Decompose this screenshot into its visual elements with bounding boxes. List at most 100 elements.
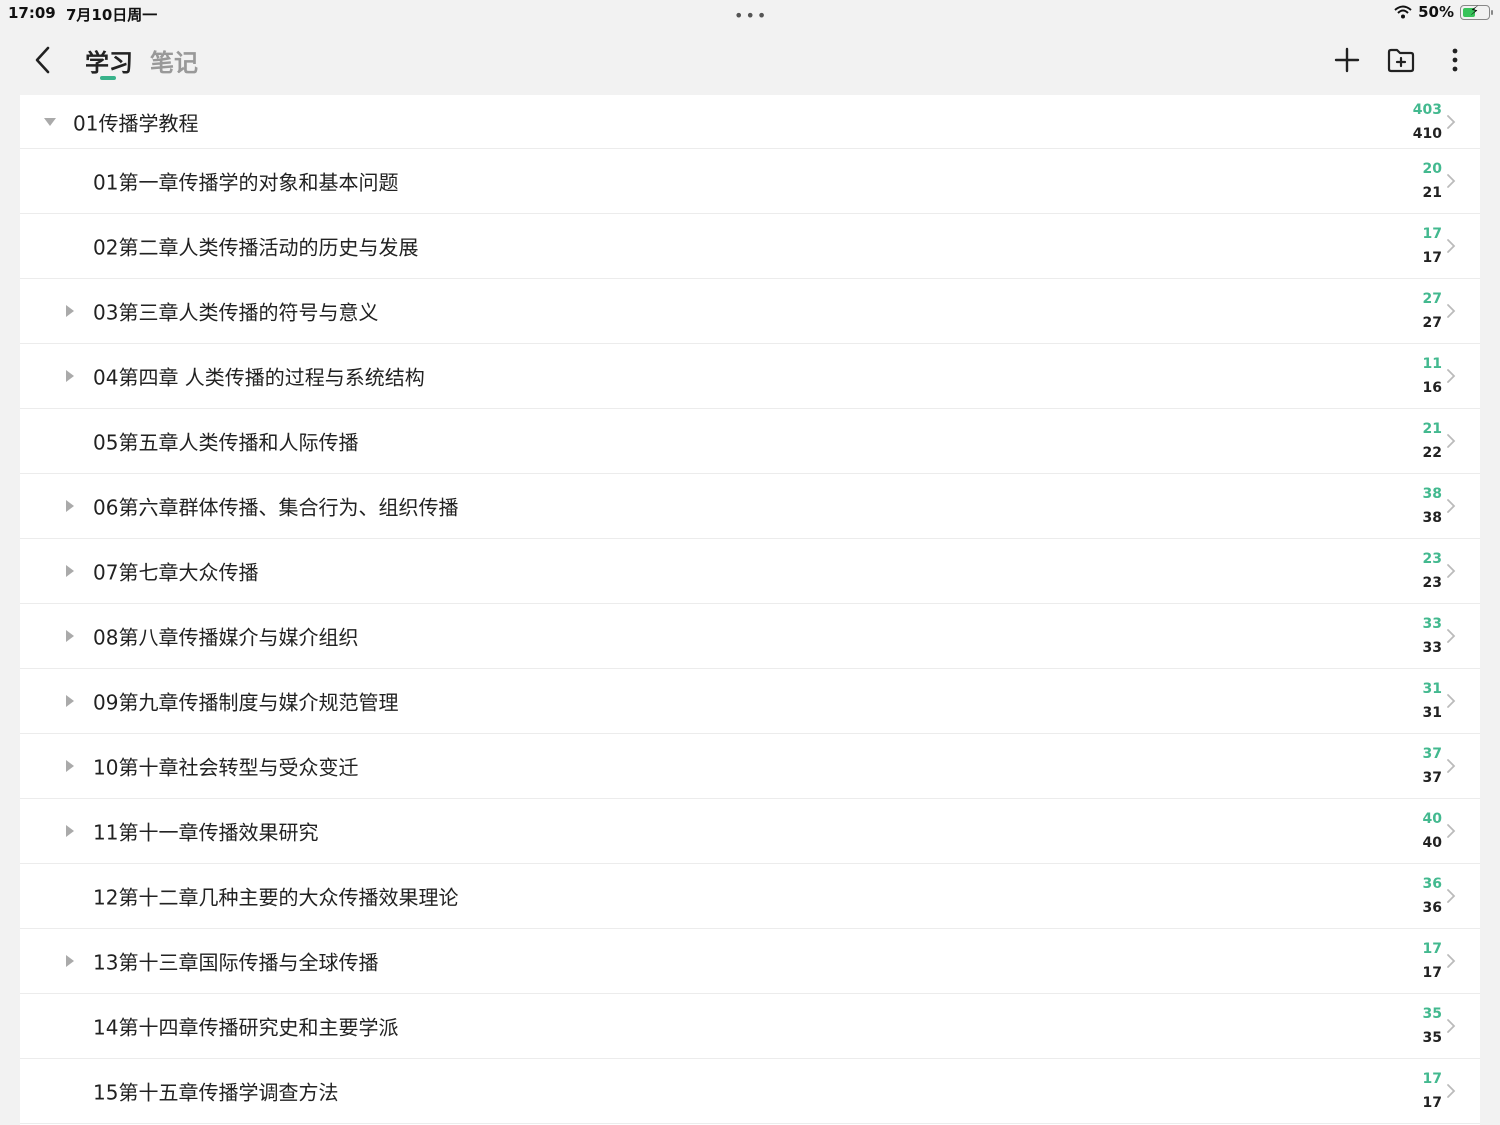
- nav-actions: [1332, 42, 1470, 78]
- done-count: 403: [1412, 101, 1442, 118]
- chevron-right-icon: [1447, 369, 1456, 383]
- total-count: 16: [1422, 380, 1442, 396]
- done-count: 23: [1422, 551, 1442, 567]
- done-count: 11: [1422, 356, 1442, 372]
- chevron-right-icon: [1447, 304, 1456, 318]
- tab-active-indicator: [100, 76, 116, 80]
- progress-counts: 37 37: [1423, 742, 1442, 790]
- chevron-right-icon: [1447, 889, 1456, 903]
- done-count: 21: [1422, 421, 1442, 437]
- list-item-title: 06第六章群体传播、集合行为、组织传播: [93, 495, 459, 520]
- expand-triangle-icon[interactable]: [66, 695, 74, 707]
- status-right: 50% ⚡: [1394, 3, 1493, 21]
- list-item[interactable]: 11第十一章传播效果研究 40 40: [20, 799, 1480, 864]
- collapse-triangle-icon[interactable]: [44, 117, 56, 126]
- progress-counts: 38 38: [1423, 482, 1442, 530]
- chevron-right-icon: [1447, 434, 1456, 448]
- chevron-right-icon: [1447, 114, 1456, 129]
- expand-triangle-icon[interactable]: [66, 305, 74, 317]
- list-item[interactable]: 13第十三章国际传播与全球传播 17 17: [20, 929, 1480, 994]
- done-count: 36: [1422, 876, 1442, 892]
- multitasking-dots-icon[interactable]: •••: [734, 6, 768, 25]
- progress-counts: 20 21: [1423, 157, 1442, 205]
- list-item[interactable]: 05第五章人类传播和人际传播 21 22: [20, 409, 1480, 474]
- battery-percent: 50%: [1418, 3, 1454, 21]
- list-item-title: 12第十二章几种主要的大众传播效果理论: [93, 885, 459, 910]
- progress-counts: 27 27: [1423, 287, 1442, 335]
- list-item[interactable]: 12第十二章几种主要的大众传播效果理论 36 36: [20, 864, 1480, 929]
- nav-bar: 学习 笔记: [0, 28, 1500, 94]
- chevron-right-icon: [1447, 174, 1456, 188]
- done-count: 27: [1422, 291, 1442, 307]
- list-item[interactable]: 01第一章传播学的对象和基本问题 20 21: [20, 149, 1480, 214]
- folder-add-icon: [1387, 48, 1415, 73]
- done-count: 31: [1422, 681, 1442, 697]
- done-count: 35: [1422, 1006, 1442, 1022]
- chevron-right-icon: [1447, 694, 1456, 708]
- progress-counts: 21 22: [1423, 417, 1442, 465]
- new-folder-button[interactable]: [1386, 42, 1416, 78]
- chevron-right-icon: [1447, 1084, 1456, 1098]
- progress-counts: 17 17: [1423, 222, 1442, 270]
- progress-counts: 17 17: [1423, 937, 1442, 985]
- total-count: 21: [1422, 185, 1442, 201]
- total-count: 40: [1422, 835, 1442, 851]
- wifi-icon: [1394, 5, 1412, 19]
- expand-triangle-icon[interactable]: [66, 825, 74, 837]
- progress-counts: 33 33: [1423, 612, 1442, 660]
- expand-triangle-icon[interactable]: [66, 760, 74, 772]
- chevron-right-icon: [1447, 499, 1456, 513]
- total-count: 36: [1422, 900, 1442, 916]
- expand-triangle-icon[interactable]: [66, 955, 74, 967]
- total-count: 35: [1422, 1030, 1442, 1046]
- done-count: 17: [1422, 941, 1442, 957]
- progress-counts: 31 31: [1423, 677, 1442, 725]
- list-item-title: 13第十三章国际传播与全球传播: [93, 950, 379, 975]
- progress-counts: 17 17: [1423, 1067, 1442, 1115]
- done-count: 38: [1422, 486, 1442, 502]
- total-count: 22: [1422, 445, 1442, 461]
- total-count: 27: [1422, 315, 1442, 331]
- chevron-right-icon: [1447, 824, 1456, 838]
- battery-icon: ⚡: [1460, 4, 1493, 20]
- list-item[interactable]: 15第十五章传播学调查方法 17 17: [20, 1059, 1480, 1124]
- expand-triangle-icon[interactable]: [66, 500, 74, 512]
- chevron-right-icon: [1447, 239, 1456, 253]
- list-item[interactable]: 14第十四章传播研究史和主要学派 35 35: [20, 994, 1480, 1059]
- more-button[interactable]: [1440, 42, 1470, 78]
- list-item-title: 15第十五章传播学调查方法: [93, 1080, 339, 1105]
- list-item[interactable]: 02第二章人类传播活动的历史与发展 17 17: [20, 214, 1480, 279]
- list-item[interactable]: 07第七章大众传播 23 23: [20, 539, 1480, 604]
- list-item[interactable]: 08第八章传播媒介与媒介组织 33 33: [20, 604, 1480, 669]
- back-button[interactable]: [28, 42, 60, 78]
- chapter-list: 01传播学教程 403 410 01第一章传播学的对象和基本问题 20 21 02第二…: [20, 95, 1480, 1125]
- list-item[interactable]: 10第十章社会转型与受众变迁 37 37: [20, 734, 1480, 799]
- list-item-title: 05第五章人类传播和人际传播: [93, 430, 359, 455]
- add-button[interactable]: [1332, 42, 1362, 78]
- total-count: 17: [1422, 250, 1442, 266]
- tab-notes[interactable]: 笔记: [150, 43, 198, 78]
- progress-counts: 23 23: [1423, 547, 1442, 595]
- expand-triangle-icon[interactable]: [66, 370, 74, 382]
- list-item[interactable]: 04第四章 人类传播的过程与系统结构 11 16: [20, 344, 1480, 409]
- list-item-title: 07第七章大众传播: [93, 560, 259, 585]
- expand-triangle-icon[interactable]: [66, 565, 74, 577]
- status-date: 7月10日周一: [66, 6, 158, 24]
- tab-study[interactable]: 学习: [85, 43, 133, 78]
- chevron-right-icon: [1447, 629, 1456, 643]
- list-item[interactable]: 06第六章群体传播、集合行为、组织传播 38 38: [20, 474, 1480, 539]
- list-item-title: 03第三章人类传播的符号与意义: [93, 300, 379, 325]
- total-count: 31: [1422, 705, 1442, 721]
- total-count: 17: [1422, 965, 1442, 981]
- chevron-right-icon: [1447, 564, 1456, 578]
- expand-triangle-icon[interactable]: [66, 630, 74, 642]
- list-item-root[interactable]: 01传播学教程 403 410: [20, 95, 1480, 149]
- status-time: 17:09: [8, 4, 56, 22]
- total-count: 410: [1412, 125, 1442, 142]
- list-item[interactable]: 03第三章人类传播的符号与意义 27 27: [20, 279, 1480, 344]
- done-count: 33: [1422, 616, 1442, 632]
- total-count: 38: [1422, 510, 1442, 526]
- list-item[interactable]: 09第九章传播制度与媒介规范管理 31 31: [20, 669, 1480, 734]
- total-count: 17: [1422, 1095, 1442, 1111]
- list-item-title: 10第十章社会转型与受众变迁: [93, 755, 359, 780]
